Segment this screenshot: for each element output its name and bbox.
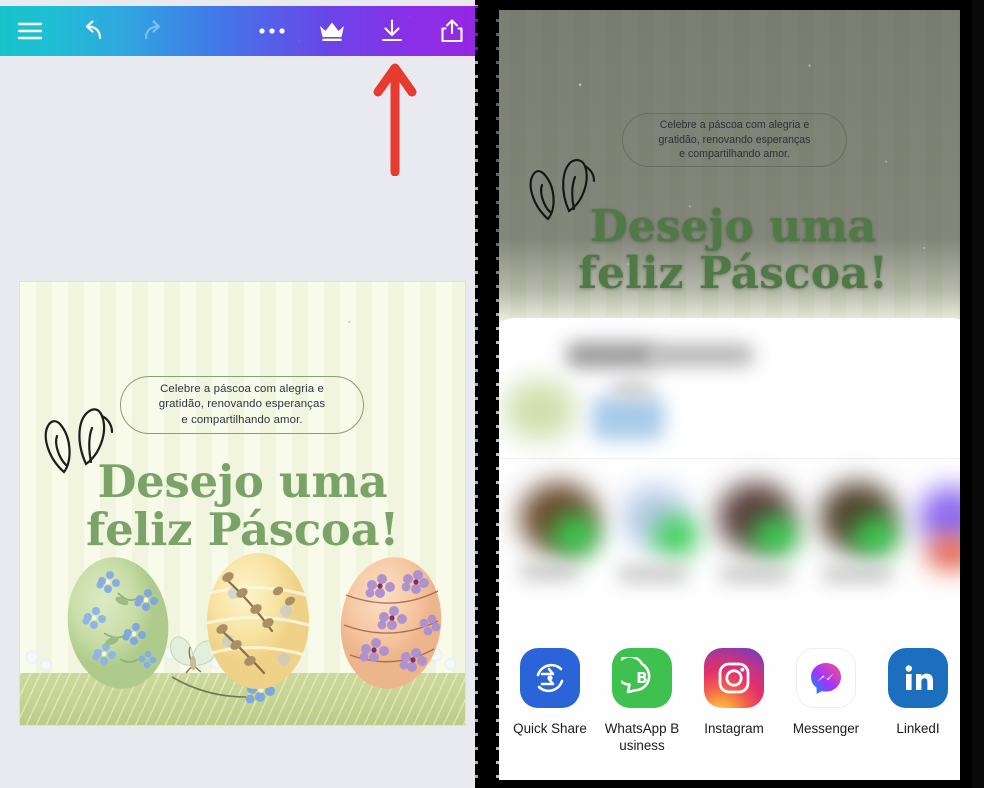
blurred-app-label-3 [720,566,790,582]
svg-text:B: B [636,669,647,687]
preview-message-line-2: gratidão, renovando esperanças [658,133,811,146]
preview-message-line-3: e compartilhando amor. [679,148,790,161]
headline-line-2: feliz Páscoa! [86,503,399,556]
whatsapp-business-label: WhatsApp B usiness [604,721,680,753]
editor-toolbar [0,6,482,56]
blurred-title [566,342,658,368]
share-app-whatsapp-business[interactable]: B WhatsApp B usiness [596,642,688,754]
instagram-icon[interactable] [698,642,770,714]
message-line-1: Celebre a páscoa com alegria e [160,382,324,395]
blurred-label [612,380,652,398]
design-preview-dimmed: Celebre a páscoa com alegria e gratidão,… [494,8,972,328]
blurred-app-2b [654,516,698,556]
share-sheet-blurred-region [494,318,972,648]
message-line-2: gratidão, renovando esperanças [158,398,326,411]
peach-egg-violets [340,557,442,689]
instagram-label: Instagram [704,721,764,736]
share-button[interactable] [430,9,474,53]
preview-headline-line-1: Desejo uma [589,201,877,252]
redo-button[interactable] [132,9,176,53]
blurred-app-label-1 [520,564,578,580]
blurred-app-label-2 [618,566,688,582]
preview-message-line-1: Celebre a páscoa com alegria e [659,119,810,132]
message-pill[interactable]: Celebre a páscoa com alegria e gratidão,… [120,376,364,434]
more-options-button[interactable] [250,9,294,53]
blurred-app-3b [752,516,798,556]
phone-frame-top [494,0,972,10]
menu-button[interactable] [8,9,52,53]
linkedin-icon[interactable] [882,642,954,714]
blurred-app-4b [852,516,898,556]
undo-button[interactable] [70,9,114,53]
phone-frame-right [960,0,972,788]
preview-headline: Desejo uma feliz Páscoa! [494,203,972,297]
messenger-label: Messenger [792,721,860,736]
screenshot-root: Celebre a páscoa com alegria e gratidão,… [0,0,984,788]
share-app-row: Quick Share B WhatsApp B usiness Instagr… [494,642,972,754]
blurred-subtitle [649,344,754,366]
easter-eggs-illustration [20,553,465,725]
blurred-app-label-4 [822,566,892,582]
linkedin-label: LinkedI [896,721,940,736]
annotation-arrow-icon [373,63,417,176]
design-headline: Desejo uma feliz Páscoa! [20,458,465,554]
share-app-linkedin[interactable]: LinkedI [872,642,964,754]
share-app-instagram[interactable]: Instagram [688,642,780,754]
messenger-icon[interactable] [796,648,856,708]
share-app-messenger[interactable]: Messenger [780,648,872,754]
download-button[interactable] [370,9,414,53]
quick-share-label: Quick Share [513,721,587,736]
premium-crown-icon[interactable] [310,9,354,53]
quick-share-icon[interactable] [514,642,586,714]
share-app-quick-share[interactable]: Quick Share [504,642,596,754]
headline-line-1: Desejo uma [97,455,388,508]
android-share-sheet: Quick Share B WhatsApp B usiness Instagr… [494,318,972,780]
phone-frame-bottom [494,780,972,788]
sheet-divider [494,458,972,459]
blurred-thumb [504,380,576,440]
canva-editor-panel: Celebre a páscoa com alegria e gratidão,… [0,0,482,788]
yellow-egg-pussy-willow [206,553,310,689]
share-sheet-panel: Celebre a páscoa com alegria e gratidão,… [494,0,972,788]
blurred-app-1b [552,514,598,556]
blurred-thumb-2 [592,396,664,440]
whatsapp-business-icon[interactable]: B [606,642,678,714]
preview-headline-line-2: feliz Páscoa! [578,248,888,299]
panel-divider [475,0,499,788]
message-line-3: e compartilhando amor. [181,413,303,426]
preview-message-pill: Celebre a páscoa com alegria e gratidão,… [622,113,847,167]
